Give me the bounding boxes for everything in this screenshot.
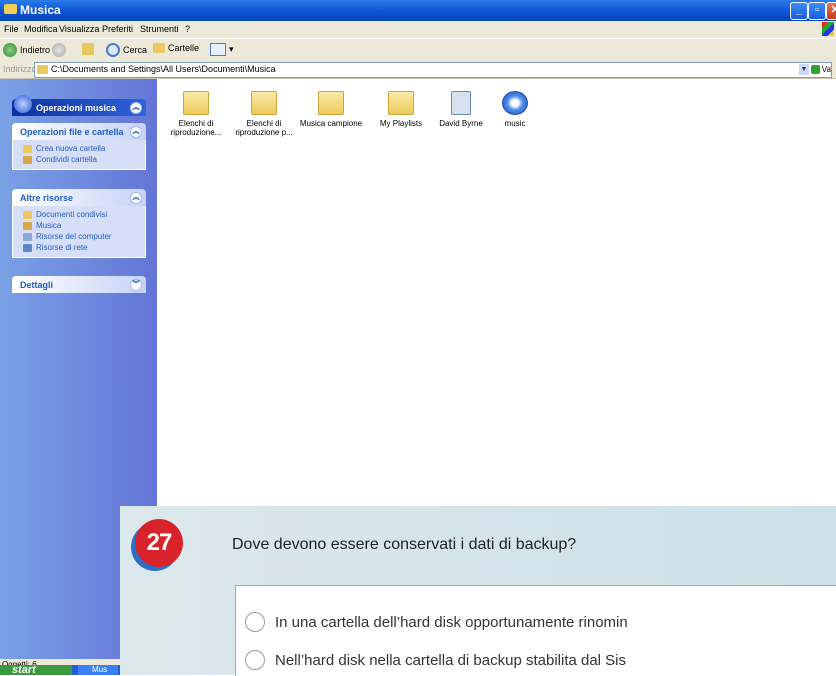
- folder-icon: [251, 91, 277, 115]
- radio-button[interactable]: [245, 650, 265, 670]
- file-name: Musica campione: [299, 119, 363, 128]
- folder-icon: [183, 91, 209, 115]
- details-panel: Dettagli ︾: [12, 276, 146, 293]
- close-button[interactable]: ✕: [826, 2, 836, 20]
- sidebar-item-shared-documents[interactable]: Documenti condivisi: [23, 209, 145, 220]
- sidebar-item-new-folder[interactable]: Crea nuova cartella: [23, 143, 145, 154]
- file-name: Elenchi di riproduzione...: [170, 119, 222, 137]
- expand-chevron-icon[interactable]: ︾: [130, 279, 142, 291]
- search-icon: [106, 43, 120, 57]
- address-bar: Indirizzo C:\Documents and Settings\All …: [0, 61, 836, 79]
- file-tasks-header[interactable]: Operazioni file e cartella ︽: [12, 123, 146, 140]
- folders-icon: [153, 43, 165, 53]
- file-tasks-title: Operazioni file e cartella: [20, 127, 124, 137]
- file-item[interactable]: music: [481, 91, 549, 128]
- other-places-header[interactable]: Altre risorse ︽: [12, 189, 146, 206]
- go-arrow-icon: [811, 65, 820, 74]
- document-icon: [451, 91, 471, 115]
- up-folder-icon: [82, 43, 94, 55]
- other-places-title: Altre risorse: [20, 193, 74, 203]
- search-label: Cerca: [123, 45, 148, 55]
- menu-modifica[interactable]: Modifica: [24, 24, 58, 34]
- media-file-icon: [502, 91, 528, 115]
- computer-icon: [23, 232, 32, 241]
- sidebar-item-music[interactable]: Musica: [23, 220, 145, 231]
- search-button[interactable]: Cerca: [106, 43, 147, 57]
- folder-icon: [318, 91, 344, 115]
- views-dropdown-icon: ▾: [229, 44, 234, 54]
- back-button[interactable]: Indietro ▾: [3, 43, 58, 57]
- sidebar-item-my-computer[interactable]: Risorse del computer: [23, 231, 145, 242]
- quiz-question: Dove devono essere conservati i dati di …: [232, 536, 577, 553]
- go-button[interactable]: Va: [811, 63, 831, 76]
- window-title: Musica: [20, 3, 61, 17]
- windows-logo-icon: [822, 22, 834, 36]
- file-tasks-panel: Operazioni file e cartella ︽ Crea nuova …: [12, 123, 146, 170]
- file-list: Elenchi di riproduzione... Elenchi di ri…: [157, 79, 836, 499]
- sidebar-item-network[interactable]: Risorse di rete: [23, 242, 145, 253]
- music-icon: [14, 95, 32, 113]
- question-number-badge: 27: [135, 519, 183, 567]
- collapse-chevron-icon[interactable]: ︽: [130, 126, 142, 138]
- address-label: Indirizzo: [3, 64, 37, 74]
- music-tasks-header[interactable]: Operazioni musica ︽: [12, 95, 146, 116]
- file-item[interactable]: My Playlists: [367, 91, 435, 128]
- sidebar-item-share-folder[interactable]: Condividi cartella: [23, 154, 145, 165]
- toolbar: Indietro ▾ Cerca Cartelle ▾: [0, 38, 836, 62]
- menu-bar: File Modifica Visualizza Preferiti Strum…: [0, 21, 836, 38]
- taskbar-item-musica[interactable]: Mus: [78, 665, 118, 675]
- up-folder-button[interactable]: [82, 43, 94, 55]
- title-bar[interactable]: Musica _ ▫ ✕: [0, 0, 836, 21]
- address-dropdown-button[interactable]: ▼: [799, 64, 809, 75]
- collapse-chevron-icon[interactable]: ︽: [130, 192, 142, 204]
- folder-icon: [388, 91, 414, 115]
- go-label: Va: [821, 65, 831, 74]
- answer-text: In una cartella dell’hard disk opportuna…: [275, 613, 628, 631]
- views-icon: [210, 43, 226, 56]
- shared-documents-icon: [23, 210, 32, 219]
- radio-button[interactable]: [245, 612, 265, 632]
- forward-arrow-icon: [52, 43, 66, 57]
- menu-strumenti[interactable]: Strumenti: [140, 24, 179, 34]
- forward-button[interactable]: [52, 43, 66, 57]
- other-places-body: Documenti condivisi Musica Risorse del c…: [12, 206, 146, 258]
- back-label: Indietro: [20, 45, 51, 55]
- menu-help[interactable]: ?: [185, 24, 190, 34]
- file-name: My Playlists: [379, 119, 423, 128]
- file-name: music: [504, 119, 526, 128]
- folder-icon: [37, 65, 48, 74]
- file-tasks-body: Crea nuova cartella Condividi cartella: [12, 140, 146, 170]
- details-header[interactable]: Dettagli ︾: [12, 276, 146, 293]
- music-folder-icon: [23, 221, 32, 230]
- answer-text: Nell’hard disk nella cartella di backup …: [275, 651, 627, 669]
- start-button[interactable]: start: [0, 665, 72, 675]
- folders-button[interactable]: Cartelle: [153, 43, 199, 53]
- music-tasks-panel: Operazioni musica ︽: [12, 95, 146, 116]
- music-tasks-title: Operazioni musica: [36, 103, 117, 113]
- back-arrow-icon: [3, 43, 17, 57]
- answer-option[interactable]: Nell’hard disk nella cartella di backup …: [245, 650, 626, 670]
- collapse-chevron-icon[interactable]: ︽: [130, 102, 142, 114]
- details-title: Dettagli: [20, 280, 54, 290]
- maximize-button[interactable]: ▫: [808, 2, 826, 20]
- menu-file[interactable]: File: [4, 24, 19, 34]
- folders-label: Cartelle: [168, 43, 200, 53]
- address-path: C:\Documents and Settings\All Users\Docu…: [51, 64, 276, 74]
- file-item[interactable]: Elenchi di riproduzione...: [162, 91, 230, 137]
- share-folder-icon: [23, 155, 32, 164]
- folder-icon: [4, 4, 17, 14]
- views-button[interactable]: ▾: [210, 43, 234, 56]
- minimize-button[interactable]: _: [790, 2, 808, 20]
- new-folder-icon: [23, 144, 32, 153]
- answer-option[interactable]: In una cartella dell’hard disk opportuna…: [245, 612, 628, 632]
- file-name: Elenchi di riproduzione p...: [235, 119, 293, 137]
- file-item[interactable]: Elenchi di riproduzione p...: [230, 91, 298, 137]
- menu-visualizza[interactable]: Visualizza: [59, 24, 99, 34]
- menu-preferiti[interactable]: Preferiti: [102, 24, 133, 34]
- address-input[interactable]: C:\Documents and Settings\All Users\Docu…: [34, 62, 832, 78]
- other-places-panel: Altre risorse ︽ Documenti condivisi Musi…: [12, 189, 146, 258]
- file-item[interactable]: Musica campione: [297, 91, 365, 128]
- network-icon: [23, 243, 32, 252]
